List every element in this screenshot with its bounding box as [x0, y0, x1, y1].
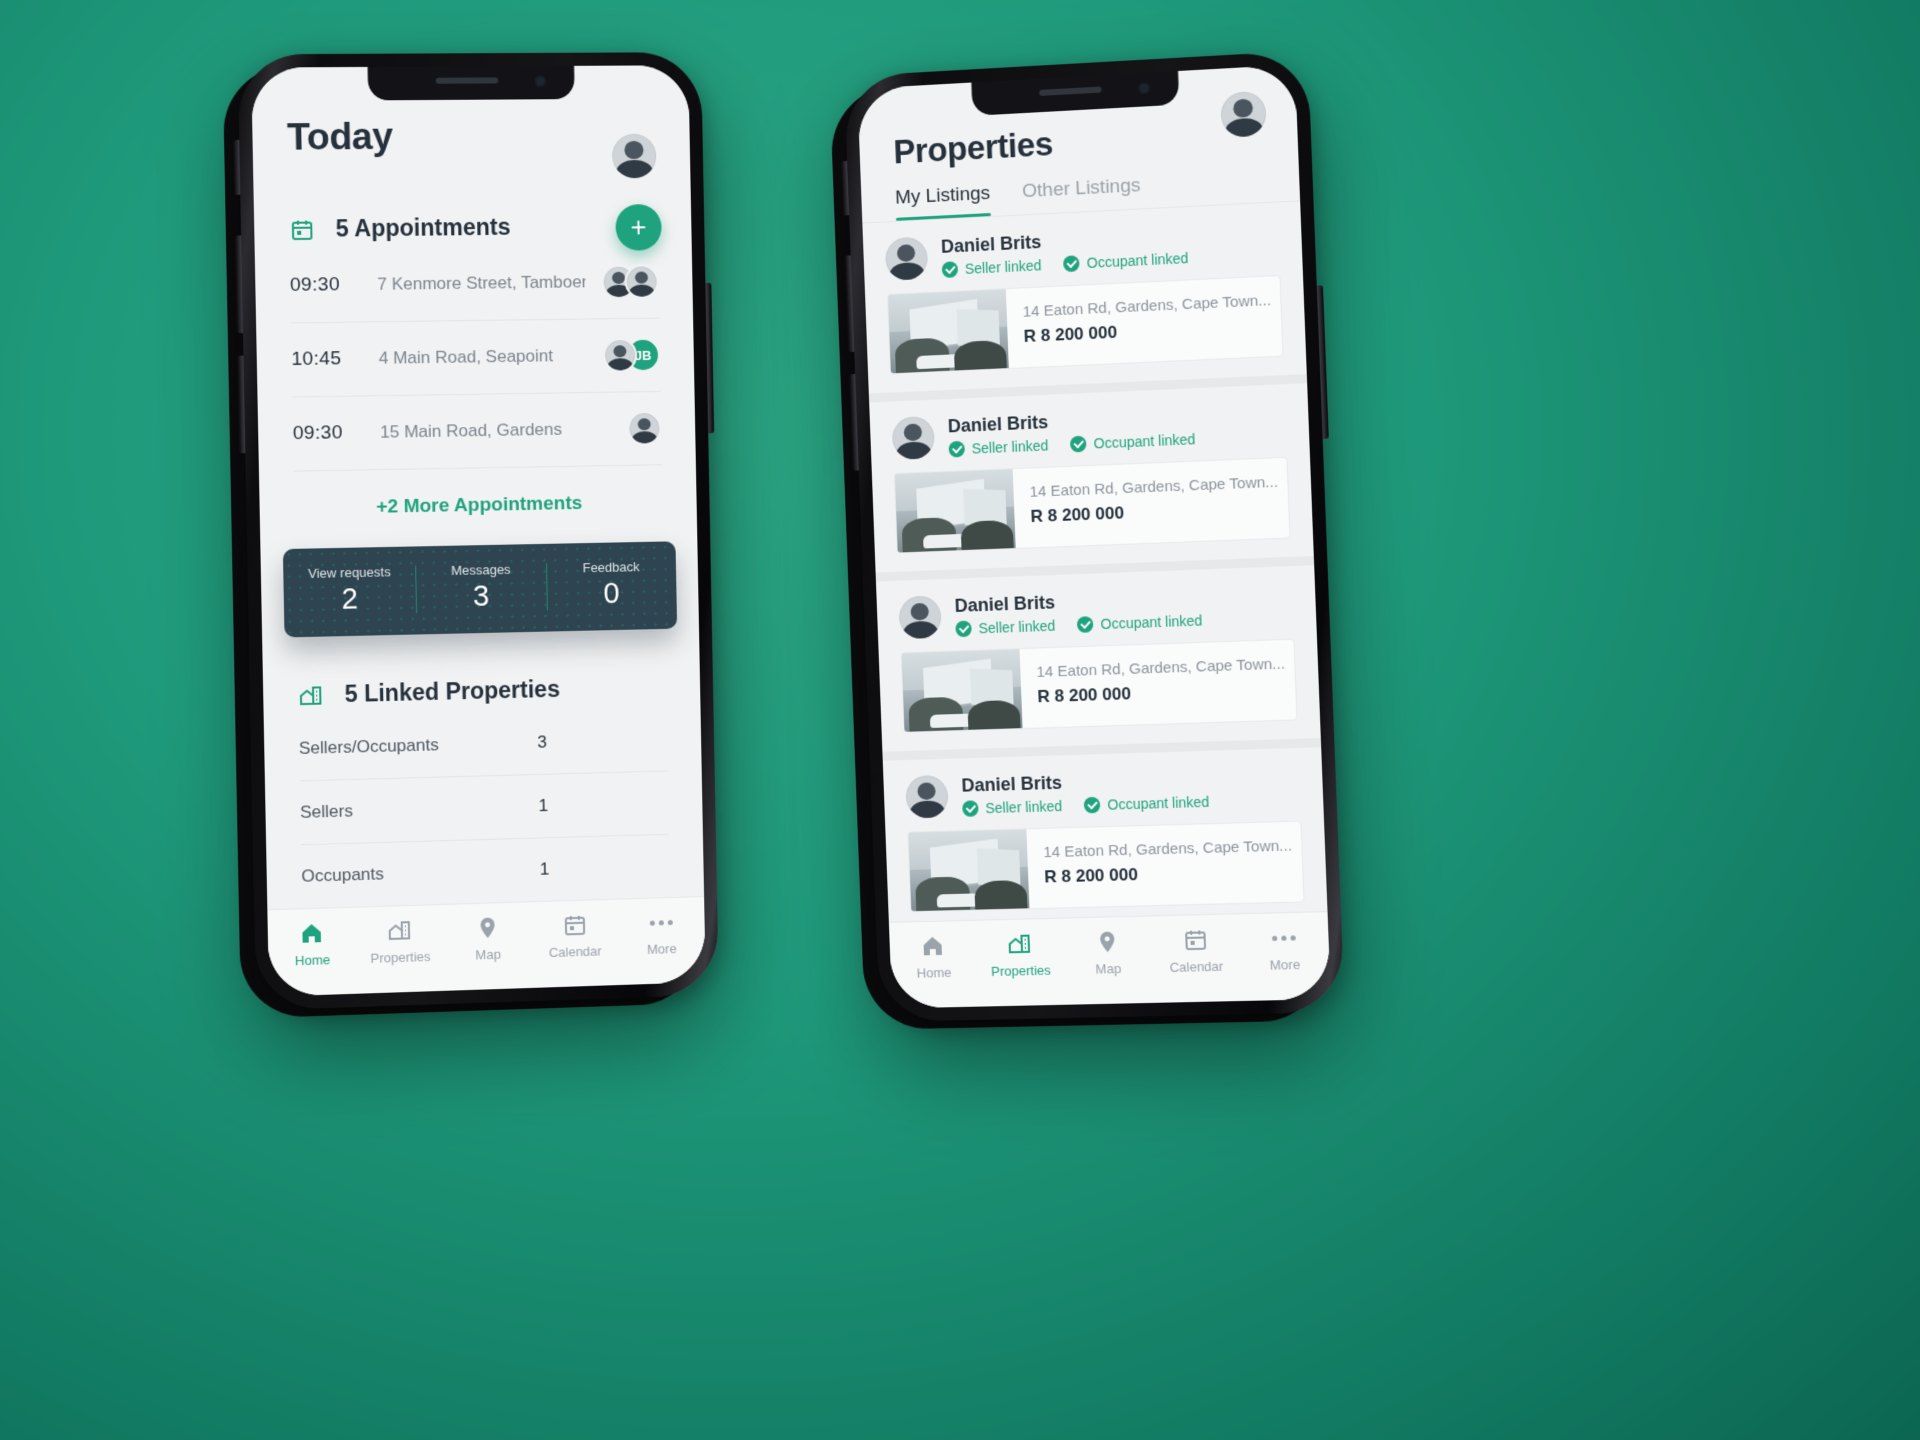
- avatar-body: [616, 160, 653, 178]
- appointment-avatars[interactable]: [601, 264, 659, 299]
- attendee-avatar: [624, 264, 659, 299]
- tab-more[interactable]: More: [618, 909, 705, 958]
- tab-label: Map: [475, 947, 501, 963]
- row-value: 3: [537, 729, 667, 752]
- tab-my-listings[interactable]: My Listings: [895, 183, 991, 221]
- property-address: 14 Eaton Rd, Gardens, Cape Town...: [1043, 837, 1292, 861]
- status-badge-seller: Seller linked: [962, 797, 1062, 816]
- avatar-head: [624, 141, 644, 159]
- phone-mockup-today: Today 5 Appointments + 09:30 7 Kenmore S…: [238, 52, 719, 1010]
- row-value: 1: [540, 856, 670, 880]
- check-icon: [942, 261, 959, 278]
- tab-label: Calendar: [549, 943, 602, 960]
- listings-list: Daniel Brits Seller linked Occupant link…: [862, 200, 1327, 922]
- list-item[interactable]: Daniel Brits Seller linked Occupant link…: [869, 383, 1314, 581]
- add-appointment-button[interactable]: +: [615, 204, 662, 251]
- avatar: [885, 236, 928, 280]
- check-icon: [948, 440, 965, 457]
- earpiece-speaker: [1039, 86, 1102, 96]
- tab-calendar[interactable]: Calendar: [531, 912, 619, 961]
- table-row[interactable]: Occupants 1: [301, 835, 671, 910]
- more-dots-icon: [650, 910, 673, 935]
- table-row[interactable]: Sellers 1: [300, 771, 670, 845]
- check-icon: [1077, 616, 1094, 633]
- power-button[interactable]: [1317, 285, 1329, 439]
- stat-label: Feedback: [546, 558, 676, 576]
- notch: [971, 71, 1179, 116]
- badge-label: Seller linked: [965, 257, 1042, 277]
- check-icon: [955, 620, 972, 637]
- attendee-avatar: [627, 411, 662, 446]
- stat-feedback[interactable]: Feedback 0: [546, 558, 677, 612]
- avatar: [905, 775, 948, 819]
- row-key: Sellers: [300, 796, 539, 823]
- bottom-tabbar-left: Home Properties Map Calendar More: [267, 896, 705, 997]
- power-button[interactable]: [705, 283, 714, 434]
- properties-icon: [1006, 931, 1033, 956]
- home-icon: [920, 934, 947, 959]
- property-thumbnail: [888, 289, 1009, 373]
- attendee-avatar: [603, 338, 638, 373]
- appointment-address: 7 Kenmore Street, Tamboerskloof...: [377, 272, 586, 295]
- table-row[interactable]: Sellers/Occupants 3: [298, 708, 668, 781]
- badge-label: Seller linked: [978, 617, 1055, 636]
- appointment-avatars[interactable]: [627, 411, 662, 446]
- check-icon: [962, 800, 979, 817]
- tab-properties[interactable]: Properties: [976, 931, 1065, 980]
- check-icon: [1063, 255, 1080, 272]
- tab-home[interactable]: Home: [889, 933, 977, 981]
- avatar: [892, 416, 935, 460]
- linked-properties-header: 5 Linked Properties: [262, 628, 700, 710]
- calendar-icon: [561, 913, 587, 938]
- appointment-time: 09:30: [293, 422, 365, 445]
- property-thumbnail: [902, 649, 1023, 732]
- phone-mockup-properties: Properties My Listings Other Listings Da…: [844, 50, 1345, 1021]
- badge-label: Seller linked: [971, 437, 1048, 456]
- appointment-address: 4 Main Road, Seapoint: [379, 346, 588, 369]
- row-value: 1: [538, 793, 668, 817]
- front-camera-icon: [536, 77, 544, 85]
- listing-meta: 14 Eaton Rd, Gardens, Cape Town... R 8 2…: [1020, 640, 1298, 729]
- tab-label: Properties: [370, 949, 430, 966]
- calendar-icon: [289, 217, 316, 242]
- property-thumbnail: [908, 829, 1029, 911]
- status-badge-seller: Seller linked: [948, 437, 1048, 457]
- appointment-avatars[interactable]: JB: [603, 338, 661, 373]
- check-icon: [1070, 435, 1087, 452]
- user-avatar[interactable]: [612, 134, 657, 179]
- linked-properties-rows: Sellers/Occupants 3 Sellers 1 Occupants …: [264, 699, 705, 909]
- avatar: [898, 595, 941, 639]
- status-badge-seller: Seller linked: [942, 257, 1042, 278]
- property-thumbnail: [895, 469, 1016, 552]
- tab-home[interactable]: Home: [268, 920, 357, 969]
- status-badge-seller: Seller linked: [955, 617, 1055, 637]
- stat-value: 0: [546, 576, 676, 612]
- tab-label: More: [647, 941, 677, 957]
- tab-label: Properties: [991, 962, 1051, 979]
- badge-label: Seller linked: [985, 797, 1062, 815]
- tab-label: Home: [916, 965, 951, 981]
